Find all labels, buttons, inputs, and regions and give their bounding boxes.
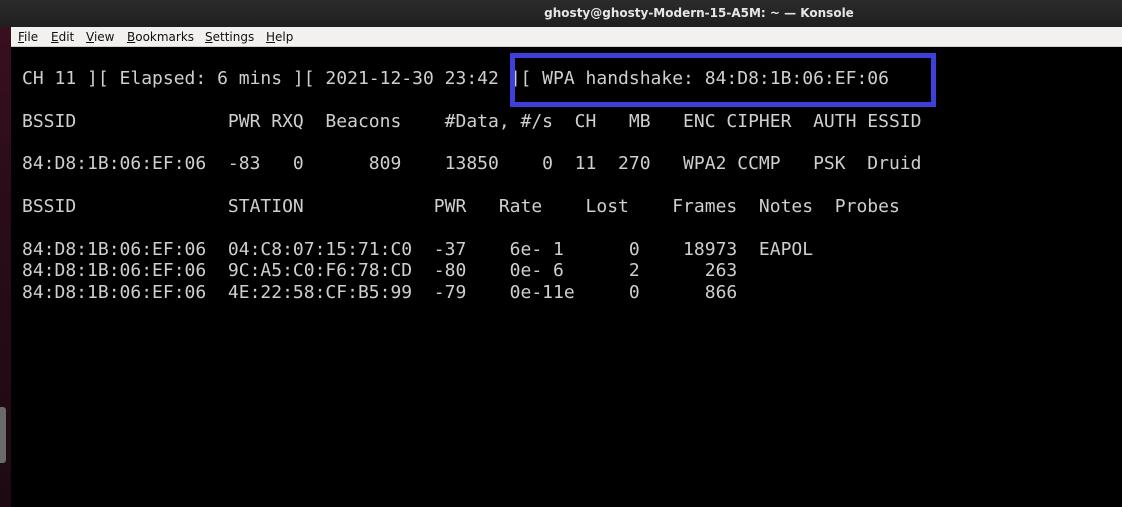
menu-help[interactable]: Help	[266, 30, 293, 44]
menu-edit[interactable]: Edit	[51, 30, 74, 44]
menu-bar: File Edit View Bookmarks Settings Help	[11, 27, 1122, 47]
menu-bookmarks-label: ookmarks	[135, 30, 195, 44]
menu-edit-mnemonic: E	[51, 30, 59, 44]
menu-settings-label: ettings	[212, 30, 255, 44]
screen: ghosty@ghosty-Modern-15-A5M: ~ — Konsole…	[0, 0, 1122, 507]
menu-file-label: ile	[24, 30, 39, 44]
menu-settings[interactable]: Settings	[205, 30, 254, 44]
menu-edit-label: dit	[58, 30, 75, 44]
ap-table-header: BSSID PWR RXQ Beacons #Data, #/s CH MB E…	[22, 111, 922, 132]
window-title: ghosty@ghosty-Modern-15-A5M: ~ — Konsole	[544, 6, 854, 20]
ap-table-row: 84:D8:1B:06:EF:06 -83 0 809 13850 0 11 2…	[22, 153, 922, 174]
menu-help-label: elp	[275, 30, 294, 44]
station-table-header: BSSID STATION PWR Rate Lost Frames Notes…	[22, 196, 900, 217]
desktop-background	[0, 0, 11, 507]
station-table-row: 84:D8:1B:06:EF:06 9C:A5:C0:F6:78:CD -80 …	[22, 260, 738, 281]
station-table-row: 84:D8:1B:06:EF:06 04:C8:07:15:71:C0 -37 …	[22, 239, 814, 260]
menu-help-mnemonic: H	[266, 30, 276, 44]
station-table-row: 84:D8:1B:06:EF:06 4E:22:58:CF:B5:99 -79 …	[22, 282, 738, 303]
menu-settings-mnemonic: S	[205, 30, 213, 44]
menu-file[interactable]: File	[18, 30, 38, 44]
menu-view-mnemonic: V	[86, 30, 94, 44]
menu-bookmarks[interactable]: Bookmarks	[127, 30, 194, 44]
menu-view-label: iew	[93, 30, 115, 44]
window-titlebar[interactable]: ghosty@ghosty-Modern-15-A5M: ~ — Konsole	[0, 0, 1122, 27]
menu-view[interactable]: View	[86, 30, 114, 44]
menu-bookmarks-mnemonic: B	[127, 30, 136, 44]
desktop-side-handle[interactable]	[0, 407, 6, 463]
terminal-output[interactable]: CH 11 ][ Elapsed: 6 mins ][ 2021-12-30 2…	[11, 47, 1122, 507]
wpa-handshake-highlight-box	[510, 53, 936, 107]
